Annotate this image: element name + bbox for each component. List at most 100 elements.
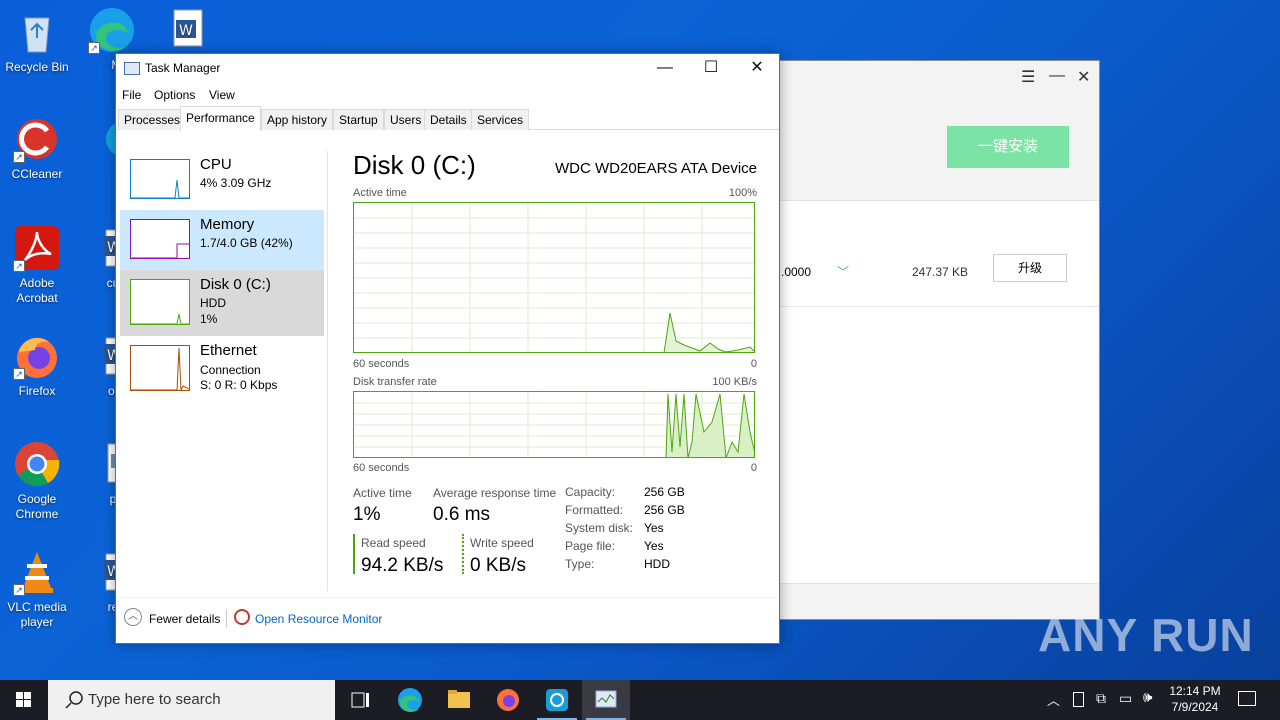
clock-date: 7/9/2024 xyxy=(1171,700,1219,714)
task-view-icon xyxy=(351,692,369,708)
footer-bar: ︿ Fewer details Open Resource Monitor xyxy=(116,597,779,643)
desktop-icon-recycle-bin[interactable]: Recycle Bin xyxy=(1,8,73,75)
taskbar: Type here to search ︿ ⧉ ▭ 🕪 12:14 PM 7/9… xyxy=(0,680,1280,720)
ethernet-icon[interactable]: ▭ xyxy=(1119,690,1132,707)
active-time-graph xyxy=(353,202,755,353)
prop-system-disk-label: System disk: xyxy=(565,521,634,535)
desktop-icon-firefox[interactable]: ↗ Firefox xyxy=(1,332,73,399)
close-icon[interactable]: ✕ xyxy=(1077,67,1090,87)
start-button[interactable] xyxy=(0,680,48,720)
chevron-up-icon[interactable]: ︿ xyxy=(1047,690,1060,709)
vlc-icon: ↗ xyxy=(13,548,61,596)
close-button[interactable]: ✕ xyxy=(734,54,780,84)
maximize-button[interactable]: ☐ xyxy=(688,54,734,84)
menu-file[interactable]: File xyxy=(122,88,141,102)
folder-icon xyxy=(448,690,470,708)
tab-startup[interactable]: Startup xyxy=(333,109,384,130)
tab-users[interactable]: Users xyxy=(384,109,428,130)
desktop-icon-label: Adobe Acrobat xyxy=(16,276,58,305)
system-clock[interactable]: 12:14 PM 7/9/2024 xyxy=(1164,683,1226,715)
graph-xlabel-active-time: 60 seconds xyxy=(353,358,410,370)
resource-name: CPU xyxy=(200,156,232,173)
footer-separator xyxy=(226,610,227,628)
notifications-icon[interactable] xyxy=(1238,691,1256,706)
graph-label-transfer-rate: Disk transfer rate xyxy=(353,376,437,388)
tablet-icon[interactable] xyxy=(1073,692,1084,707)
minimize-icon[interactable]: — xyxy=(1049,67,1065,85)
title-bar[interactable]: Task Manager — ☐ ✕ xyxy=(116,54,779,84)
minimize-button[interactable]: — xyxy=(642,54,688,84)
tab-performance[interactable]: Performance xyxy=(180,106,261,131)
taskbar-task-manager[interactable] xyxy=(582,680,630,720)
resource-detail: 4% 3.09 GHz xyxy=(200,176,272,190)
desktop-icon-word-doc[interactable]: W xyxy=(148,6,220,58)
transfer-rate-graph xyxy=(353,391,755,458)
active-time-value: 1% xyxy=(353,504,381,525)
edge-icon: ↗ xyxy=(88,6,136,54)
resource-name: Disk 0 (C:) xyxy=(200,276,271,293)
open-resource-monitor-link[interactable]: Open Resource Monitor xyxy=(255,612,382,626)
resource-item-ethernet[interactable]: Ethernet Connection S: 0 R: 0 Kbps xyxy=(120,336,324,402)
fewer-details-link[interactable]: Fewer details xyxy=(149,612,220,626)
prop-system-disk-value: Yes xyxy=(644,521,664,535)
resource-item-disk[interactable]: Disk 0 (C:) HDD 1% xyxy=(120,270,324,336)
desktop-icon-chrome[interactable]: Google Chrome xyxy=(1,440,73,522)
edge-icon xyxy=(398,688,422,712)
upgrade-button[interactable]: 升级 xyxy=(993,254,1067,282)
pane-divider[interactable] xyxy=(327,151,328,591)
cpu-mini-graph xyxy=(130,159,190,199)
network-icon[interactable]: ⧉ xyxy=(1096,690,1106,707)
disk-heading: Disk 0 (C:) xyxy=(353,150,476,180)
firefox-icon: ↗ xyxy=(13,332,61,380)
resource-usage: 1% xyxy=(200,312,218,326)
avg-response-label: Average response time xyxy=(433,486,557,500)
tab-processes[interactable]: Processes xyxy=(118,109,187,130)
read-speed-value: 94.2 KB/s xyxy=(361,555,444,576)
desktop-icon-label: Recycle Bin xyxy=(5,60,69,74)
task-view-button[interactable] xyxy=(336,680,384,720)
write-speed-label: Write speed xyxy=(470,536,534,550)
resource-throughput: S: 0 R: 0 Kbps xyxy=(200,378,278,392)
desktop-icon-acrobat[interactable]: ↗ Adobe Acrobat xyxy=(1,224,73,306)
taskbar-app-blue[interactable] xyxy=(533,680,581,720)
menu-bar: File Options View xyxy=(116,84,779,106)
read-speed-label: Read speed xyxy=(361,536,426,550)
disk-model: WDC WD20EARS ATA Device xyxy=(555,160,757,177)
acrobat-icon: ↗ xyxy=(13,224,61,272)
disk-mini-graph xyxy=(130,279,190,325)
background-app-window[interactable]: ☰ — ✕ 一键安装 .0000 ﹀ 247.37 KB 升级 xyxy=(760,60,1100,620)
tab-details[interactable]: Details xyxy=(424,109,473,130)
volume-icon[interactable]: 🕪 xyxy=(1143,689,1152,706)
search-placeholder: Type here to search xyxy=(88,691,221,708)
menu-options[interactable]: Options xyxy=(154,88,195,102)
background-app-header: ☰ — ✕ 一键安装 xyxy=(761,61,1099,201)
chevron-down-icon[interactable]: ﹀ xyxy=(837,263,849,280)
file-size: 247.37 KB xyxy=(912,265,969,279)
taskbar-file-explorer[interactable] xyxy=(435,680,483,720)
tab-app-history[interactable]: App history xyxy=(261,109,334,130)
task-manager-icon xyxy=(595,690,617,708)
task-manager-window[interactable]: Task Manager — ☐ ✕ File Options View Pro… xyxy=(115,53,780,644)
resource-monitor-icon xyxy=(234,609,250,625)
resource-item-cpu[interactable]: CPU 4% 3.09 GHz xyxy=(120,150,324,212)
read-speed-indicator xyxy=(353,534,355,574)
ethernet-mini-graph xyxy=(130,345,190,391)
graph-label-active-time: Active time xyxy=(353,187,407,199)
desktop-icon-vlc[interactable]: ↗ VLC media player xyxy=(1,548,73,630)
hamburger-menu-icon[interactable]: ☰ xyxy=(1021,67,1035,87)
taskbar-firefox[interactable] xyxy=(484,680,532,720)
resource-item-memory[interactable]: Memory 1.7/4.0 GB (42%) xyxy=(120,210,324,272)
memory-mini-graph xyxy=(130,219,190,259)
clock-time: 12:14 PM xyxy=(1169,684,1221,698)
taskbar-search-box[interactable]: Type here to search xyxy=(48,680,335,720)
resource-list: CPU 4% 3.09 GHz Memory 1.7/4.0 GB (42%) … xyxy=(120,150,324,595)
chevron-up-icon[interactable]: ︿ xyxy=(124,608,142,626)
menu-view[interactable]: View xyxy=(209,88,235,102)
prop-formatted-label: Formatted: xyxy=(565,503,624,517)
desktop-icon-ccleaner[interactable]: ↗ CCleaner xyxy=(1,115,73,182)
tab-services[interactable]: Services xyxy=(471,109,530,130)
resource-name: Ethernet xyxy=(200,342,257,359)
desktop-icon-label: CCleaner xyxy=(11,167,63,181)
taskbar-edge[interactable] xyxy=(386,680,434,720)
one-click-install-button[interactable]: 一键安装 xyxy=(947,126,1069,168)
